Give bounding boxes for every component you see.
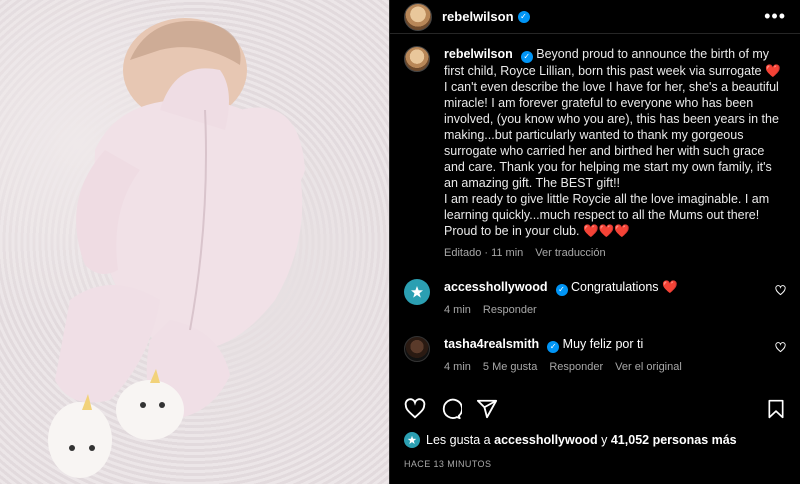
caption-avatar[interactable] xyxy=(404,46,430,72)
comment-likes-count[interactable]: 5 Me gusta xyxy=(483,359,537,375)
verified-icon: ✓ xyxy=(547,341,560,353)
heart-icon[interactable] xyxy=(775,342,786,353)
post-photo[interactable] xyxy=(0,0,389,484)
comments-area: rebelwilson ✓ Beyond proud to announce th… xyxy=(390,34,800,386)
comment-item: accesshollywood ✓ Congratulations ❤️ 4 mi… xyxy=(404,279,786,318)
comment-avatar[interactable] xyxy=(404,279,430,305)
likes-connector: y xyxy=(601,433,608,447)
author-avatar[interactable] xyxy=(404,2,432,31)
posted-time: HACE 13 MINUTOS xyxy=(404,459,492,469)
likes-prefix: Les gusta a xyxy=(426,433,491,447)
translate-link[interactable]: Ver traducción xyxy=(535,245,605,261)
verified-icon: ✓ xyxy=(520,51,533,63)
comment-text: Congratulations xyxy=(571,280,659,294)
reply-button[interactable]: Responder xyxy=(549,359,603,375)
caption-edited-time: Editado · 11 min xyxy=(444,247,524,259)
comment-username[interactable]: accesshollywood xyxy=(444,280,548,294)
author-username[interactable]: rebelwilson xyxy=(442,9,514,24)
heart-icon[interactable] xyxy=(775,285,786,296)
share-icon[interactable] xyxy=(476,398,498,420)
save-icon[interactable] xyxy=(766,398,786,420)
caption-username[interactable]: rebelwilson xyxy=(444,47,513,61)
comment-item: tasha4realsmith ✓ Muy feliz por ti 4 min … xyxy=(404,336,786,375)
likes-summary: Les gusta a accesshollywood y 41,052 per… xyxy=(404,432,737,448)
baby-photo-illustration xyxy=(48,18,305,478)
comment-text: Muy feliz por ti xyxy=(562,337,644,351)
liker-avatar[interactable] xyxy=(404,432,420,448)
post-header: rebelwilson ✓ ••• xyxy=(390,0,800,34)
post-panel: rebelwilson ✓ ••• rebelwilson ✓ Beyond pr… xyxy=(389,0,800,484)
star-icon xyxy=(407,435,417,444)
comment-time: 4 min xyxy=(444,304,471,316)
likes-count[interactable]: 41,052 personas más xyxy=(611,433,737,447)
heart-icon[interactable] xyxy=(404,398,426,420)
comment-time: 4 min xyxy=(444,361,471,373)
see-original-link[interactable]: Ver el original xyxy=(615,359,682,375)
comment-emoji: ❤️ xyxy=(662,280,678,294)
comment-icon[interactable] xyxy=(440,398,462,420)
caption-text-2: I can't even describe the love I have fo… xyxy=(444,80,779,190)
comment-username[interactable]: tasha4realsmith xyxy=(444,337,539,351)
likes-user[interactable]: accesshollywood xyxy=(494,433,598,447)
star-icon xyxy=(411,286,423,298)
verified-icon: ✓ xyxy=(517,10,530,23)
post-caption: rebelwilson ✓ Beyond proud to announce th… xyxy=(404,46,786,261)
verified-icon: ✓ xyxy=(555,284,568,296)
caption-heart-emoji: ❤️ xyxy=(765,64,781,78)
caption-hearts-emoji: ❤️❤️❤️ xyxy=(582,224,630,238)
more-icon[interactable]: ••• xyxy=(764,6,786,27)
reply-button[interactable]: Responder xyxy=(483,302,537,318)
action-bar xyxy=(390,396,800,422)
comment-avatar[interactable] xyxy=(404,336,430,362)
